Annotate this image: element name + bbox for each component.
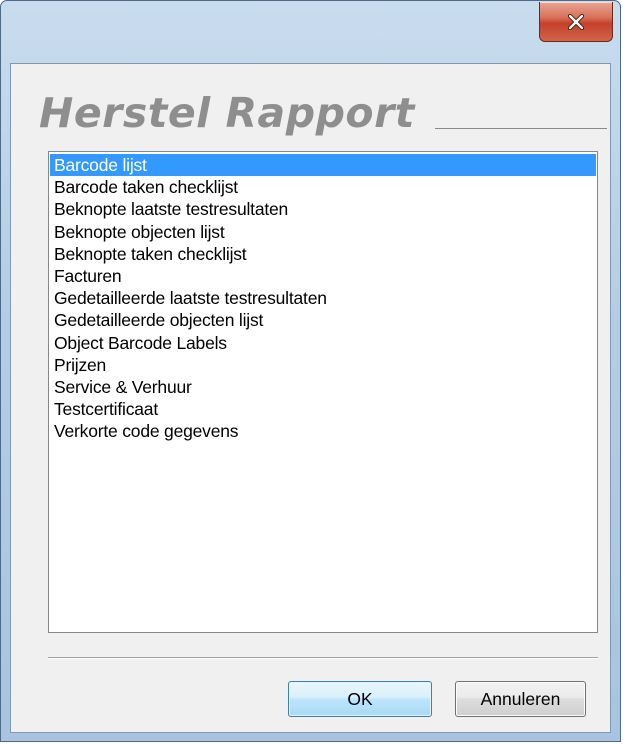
- separator: [48, 657, 598, 659]
- cancel-button[interactable]: Annuleren: [455, 681, 586, 717]
- close-x-icon: [567, 13, 585, 30]
- list-item[interactable]: Prijzen: [50, 354, 596, 376]
- list-item[interactable]: Verkorte code gegevens: [50, 420, 596, 442]
- list-item[interactable]: Beknopte taken checklijst: [50, 243, 596, 265]
- heading-row: Herstel Rapport: [39, 88, 607, 138]
- report-list: Barcode lijst Barcode taken checklijst Bek…: [49, 152, 597, 442]
- list-item[interactable]: Facturen: [50, 265, 596, 287]
- list-item[interactable]: Beknopte objecten lijst: [50, 221, 596, 243]
- dialog-body: Herstel Rapport Barcode lijst Barcode tak…: [10, 63, 611, 733]
- list-item[interactable]: Gedetailleerde objecten lijst: [50, 309, 596, 331]
- list-item[interactable]: Service & Verhuur: [50, 376, 596, 398]
- list-item[interactable]: Object Barcode Labels: [50, 332, 596, 354]
- dialog-window: Herstel Rapport Barcode lijst Barcode tak…: [0, 0, 621, 742]
- title-bar[interactable]: [1, 1, 620, 63]
- heading-rule: [435, 128, 607, 129]
- report-listbox[interactable]: Barcode lijst Barcode taken checklijst Bek…: [48, 151, 598, 633]
- ok-button[interactable]: OK: [288, 681, 432, 717]
- list-item[interactable]: Barcode lijst: [50, 154, 596, 177]
- list-item[interactable]: Barcode taken checklijst: [50, 176, 596, 198]
- list-item[interactable]: Gedetailleerde laatste testresultaten: [50, 287, 596, 309]
- list-item[interactable]: Beknopte laatste testresultaten: [50, 198, 596, 220]
- list-item[interactable]: Testcertificaat: [50, 398, 596, 420]
- page-title: Herstel Rapport: [39, 89, 415, 137]
- close-button[interactable]: [539, 2, 613, 42]
